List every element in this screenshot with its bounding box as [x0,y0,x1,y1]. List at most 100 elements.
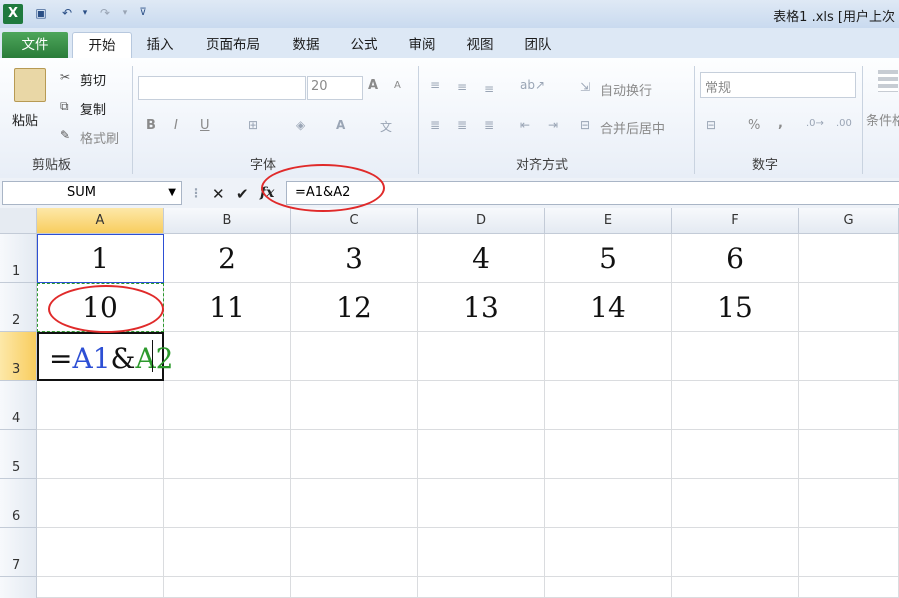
increase-indent-icon[interactable]: ⇥ [548,118,558,132]
cell-empty[interactable] [291,577,418,598]
cell-empty[interactable] [164,479,291,528]
tab-formulas[interactable]: 公式 [342,32,386,58]
row-header-4[interactable]: 4 [0,381,37,430]
row-header-3[interactable]: 3 [0,332,37,381]
currency-icon[interactable]: ⊟ [706,118,716,132]
cell-f1[interactable]: 6 [672,234,799,283]
italic-button[interactable]: I [174,118,178,133]
align-center-icon[interactable]: ≣ [457,118,467,132]
row-header-5[interactable]: 5 [0,430,37,479]
paste-button[interactable]: 粘贴 [12,110,38,129]
cell-empty[interactable] [799,381,899,430]
cell-empty[interactable] [291,430,418,479]
tab-home[interactable]: 开始 [72,32,132,59]
select-all-corner[interactable] [0,208,37,234]
cell-a3-active[interactable]: =A1&A2 [37,332,174,381]
undo-icon[interactable]: ↶ [58,4,76,22]
cell-c1[interactable]: 3 [291,234,418,283]
cell-d1[interactable]: 4 [418,234,545,283]
row-header-2[interactable]: 2 [0,283,37,332]
underline-button[interactable]: U [200,118,210,133]
cancel-icon[interactable]: ✕ [212,185,225,203]
conditional-format-icon[interactable] [878,70,898,92]
wrap-text-icon[interactable]: ⇲ [580,80,590,94]
align-bottom-icon[interactable]: ≡ [484,82,494,96]
font-color-icon[interactable]: A [336,118,345,132]
tab-page-layout[interactable]: 页面布局 [196,32,270,58]
cell-d2[interactable]: 13 [418,283,545,332]
cell-empty[interactable] [164,332,291,381]
cell-empty[interactable] [672,577,799,598]
cell-b1[interactable]: 2 [164,234,291,283]
copy-icon[interactable]: ⧉ [60,99,69,114]
column-header-g[interactable]: G [799,208,899,234]
row-header-1[interactable]: 1 [0,234,37,283]
chevron-down-icon[interactable]: ▼ [168,182,176,204]
font-name-dropdown[interactable] [138,76,306,100]
tab-file[interactable]: 文件 [2,32,68,58]
cell-empty[interactable] [418,430,545,479]
cell-empty[interactable] [418,577,545,598]
percent-button[interactable]: % [748,118,760,133]
column-header-f[interactable]: F [672,208,799,234]
excel-logo-icon[interactable]: X [3,4,23,24]
cell-empty[interactable] [672,332,799,381]
cell-empty[interactable] [37,577,164,598]
cell-empty[interactable] [291,381,418,430]
copy-button[interactable]: 复制 [80,99,106,118]
cell-empty[interactable] [291,479,418,528]
paste-icon[interactable] [14,68,46,102]
cell-empty[interactable] [545,332,672,381]
redo-dropdown-icon[interactable]: ▾ [116,4,134,22]
align-middle-icon[interactable]: ≡ [457,80,467,94]
cell-empty[interactable] [799,430,899,479]
cell-empty[interactable] [672,479,799,528]
tab-review[interactable]: 审阅 [400,32,444,58]
cell-empty[interactable] [799,479,899,528]
enter-check-icon[interactable]: ✔ [236,185,249,203]
cell-e1[interactable]: 5 [545,234,672,283]
cell-empty[interactable] [37,479,164,528]
cell-empty[interactable] [799,234,899,283]
cell-c2[interactable]: 12 [291,283,418,332]
cell-empty[interactable] [545,430,672,479]
name-box[interactable]: SUM ▼ [2,181,182,205]
cell-empty[interactable] [799,283,899,332]
comma-button[interactable]: , [778,116,783,131]
align-left-icon[interactable]: ≣ [430,118,440,132]
save-icon[interactable]: ▣ [32,4,50,22]
cell-empty[interactable] [37,430,164,479]
wrap-text-button[interactable]: 自动换行 [600,80,652,99]
fill-color-icon[interactable]: ◈ [296,118,305,132]
row-header-6[interactable]: 6 [0,479,37,528]
tab-team[interactable]: 团队 [516,32,560,58]
format-painter-button[interactable]: 格式刷 [80,128,119,147]
cell-empty[interactable] [545,577,672,598]
column-header-b[interactable]: B [164,208,291,234]
cell-empty[interactable] [164,381,291,430]
align-top-icon[interactable]: ≡ [430,78,440,92]
cell-empty[interactable] [37,528,164,577]
cell-empty[interactable] [545,479,672,528]
cell-empty[interactable] [545,381,672,430]
cell-empty[interactable] [672,430,799,479]
column-header-a[interactable]: A [37,208,164,234]
cell-empty[interactable] [418,332,545,381]
bold-button[interactable]: B [146,118,156,133]
conditional-format-button[interactable]: 条件格 [866,110,899,129]
cut-icon[interactable]: ✂ [60,70,70,84]
merge-center-button[interactable]: 合并后居中 [600,118,665,137]
cut-button[interactable]: 剪切 [80,70,106,89]
cell-empty[interactable] [164,430,291,479]
cell-empty[interactable] [164,528,291,577]
cell-empty[interactable] [291,332,418,381]
tab-data[interactable]: 数据 [284,32,328,58]
cell-empty[interactable] [799,332,899,381]
cell-empty[interactable] [672,528,799,577]
redo-icon[interactable]: ↷ [96,4,114,22]
tab-view[interactable]: 视图 [458,32,502,58]
cell-empty[interactable] [799,528,899,577]
row-header-7[interactable]: 7 [0,528,37,577]
cell-f2[interactable]: 15 [672,283,799,332]
increase-decimal-icon[interactable]: .0→ [806,118,824,129]
